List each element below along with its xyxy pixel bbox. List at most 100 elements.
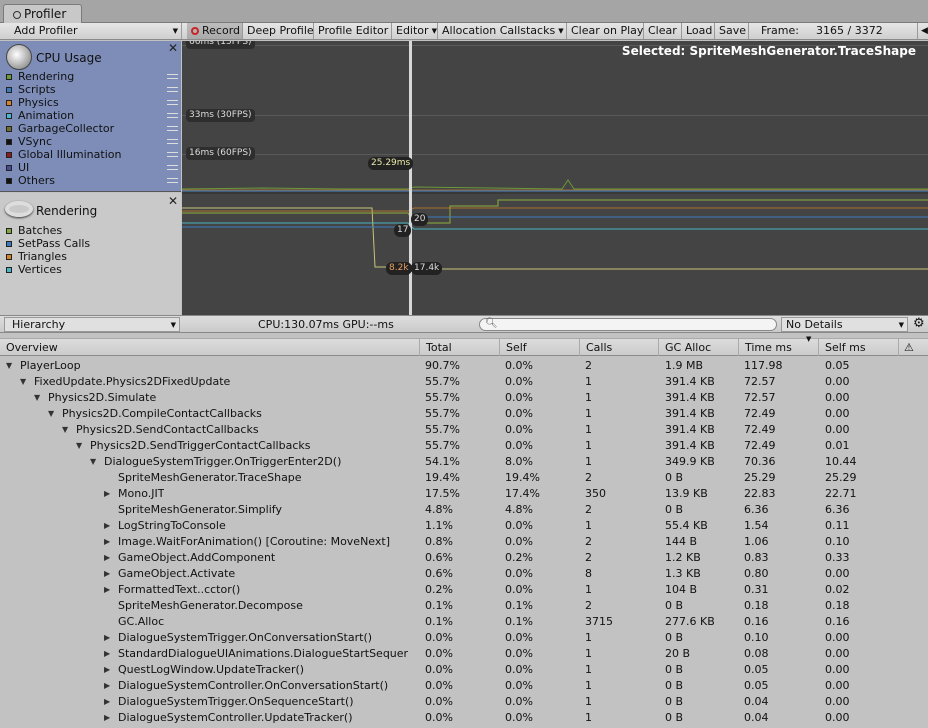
cpu-legend-item[interactable]: GarbageCollector xyxy=(6,122,114,135)
save-button[interactable]: Save xyxy=(715,23,749,39)
row-gc: 349.9 KB xyxy=(665,455,715,468)
table-row[interactable]: ▶ FormattedText..cctor() 0.2% 0.0% 1 104 B 0.3… xyxy=(0,582,928,598)
close-icon[interactable]: ✕ xyxy=(168,41,178,55)
table-row[interactable]: ▶ DialogueSystemController.UpdateTracker(… xyxy=(0,710,928,726)
cpu-usage-module[interactable]: CPU Usage ✕ Rendering Scripts Physics Anima… xyxy=(0,41,181,192)
expanded-arrow-icon[interactable]: ▼ xyxy=(6,358,12,374)
table-row[interactable]: ▶ Image.WaitForAnimation() [Coroutine: Mo… xyxy=(0,534,928,550)
table-row[interactable]: ▼ Physics2D.SendContactCallbacks 55.7% 0.0%… xyxy=(0,422,928,438)
drag-handle-icon[interactable] xyxy=(167,100,178,105)
collapsed-arrow-icon[interactable]: ▶ xyxy=(104,582,110,598)
search-input[interactable]: 🔍︎ xyxy=(479,318,777,331)
row-self: 17.4% xyxy=(505,487,540,500)
drag-handle-icon[interactable] xyxy=(167,113,178,118)
close-icon[interactable]: ✕ xyxy=(168,194,178,208)
collapsed-arrow-icon[interactable]: ▶ xyxy=(104,566,110,582)
prev-frame-button[interactable]: ◀ xyxy=(917,23,928,39)
expanded-arrow-icon[interactable]: ▼ xyxy=(48,406,54,422)
profiler-chart[interactable]: 66ms (15FPS) 33ms (30FPS) 16ms (60FPS) S… xyxy=(182,41,928,315)
expanded-arrow-icon[interactable]: ▼ xyxy=(76,438,82,454)
row-gc: 391.4 KB xyxy=(665,375,715,388)
drag-handle-icon[interactable] xyxy=(167,178,178,183)
profile-editor-button[interactable]: Profile Editor xyxy=(314,23,392,39)
clear-button[interactable]: Clear xyxy=(644,23,682,39)
collapsed-arrow-icon[interactable]: ▶ xyxy=(104,662,110,678)
table-row[interactable]: ▶ Mono.JIT 17.5% 17.4% 350 13.9 KB 22.83 22.71 xyxy=(0,486,928,502)
drag-handle-icon[interactable] xyxy=(167,139,178,144)
column-self-ms[interactable]: Self ms xyxy=(818,339,898,356)
table-row[interactable]: ▶ StandardDialogueUIAnimations.DialogueSt… xyxy=(0,646,928,662)
clear-on-play-button[interactable]: Clear on Play xyxy=(567,23,644,39)
drag-handle-icon[interactable] xyxy=(167,87,178,92)
tab-profiler[interactable]: Profiler xyxy=(3,4,82,23)
row-calls: 2 xyxy=(585,535,592,548)
cpu-legend-item[interactable]: Others xyxy=(6,174,55,187)
table-row[interactable]: ▶ GameObject.Activate 0.6% 0.0% 8 1.3 KB 0.80 0… xyxy=(0,566,928,582)
column-warnings[interactable]: ⚠ xyxy=(898,339,928,356)
cpu-legend-item[interactable]: Scripts xyxy=(6,83,56,96)
cpu-legend-item[interactable]: VSync xyxy=(6,135,52,148)
color-swatch xyxy=(6,87,12,93)
editor-dropdown[interactable]: Editor ▼ xyxy=(392,23,438,39)
rendering-legend-item[interactable]: Triangles xyxy=(6,250,67,263)
column-calls[interactable]: Calls xyxy=(579,339,658,356)
table-row[interactable]: ▶ QuestLogWindow.UpdateTracker() 0.0% 0.0% 1… xyxy=(0,662,928,678)
collapsed-arrow-icon[interactable]: ▶ xyxy=(104,678,110,694)
cpu-legend-item[interactable]: Global Illumination xyxy=(6,148,121,161)
color-swatch xyxy=(6,228,12,234)
deep-profile-button[interactable]: Deep Profile xyxy=(243,23,314,39)
collapsed-arrow-icon[interactable]: ▶ xyxy=(104,646,110,662)
table-row[interactable]: SpriteMeshGenerator.Simplify 4.8% 4.8% 2 0 B… xyxy=(0,502,928,518)
table-row[interactable]: ▼ Physics2D.CompileContactCallbacks 55.7% 0… xyxy=(0,406,928,422)
view-type-dropdown[interactable]: Hierarchy ▼ xyxy=(4,317,180,332)
add-profiler-dropdown[interactable]: Add Profiler ▼ xyxy=(0,23,182,39)
table-row[interactable]: ▼ PlayerLoop 90.7% 0.0% 2 1.9 MB 117.98 0.05 xyxy=(0,358,928,374)
table-row[interactable]: SpriteMeshGenerator.TraceShape 19.4% 19.4%… xyxy=(0,470,928,486)
gear-icon[interactable]: ⚙ xyxy=(913,316,925,332)
cpu-legend-item[interactable]: Animation xyxy=(6,109,74,122)
table-row[interactable]: ▼ Physics2D.Simulate 55.7% 0.0% 1 391.4 KB 72.… xyxy=(0,390,928,406)
drag-handle-icon[interactable] xyxy=(167,152,178,157)
rendering-module[interactable]: Rendering ✕ Batches SetPass Calls Triangle… xyxy=(0,193,181,315)
rendering-legend-item[interactable]: Vertices xyxy=(6,263,62,276)
details-dropdown[interactable]: No Details ▼ xyxy=(781,317,908,332)
cpu-legend-item[interactable]: Rendering xyxy=(6,70,74,83)
drag-handle-icon[interactable] xyxy=(167,126,178,131)
collapsed-arrow-icon[interactable]: ▶ xyxy=(104,710,110,726)
record-button[interactable]: Record xyxy=(187,23,243,39)
drag-handle-icon[interactable] xyxy=(167,165,178,170)
expanded-arrow-icon[interactable]: ▼ xyxy=(20,374,26,390)
cpu-legend-item[interactable]: UI xyxy=(6,161,29,174)
expanded-arrow-icon[interactable]: ▼ xyxy=(34,390,40,406)
load-button[interactable]: Load xyxy=(682,23,715,39)
allocation-callstacks-dropdown[interactable]: Allocation Callstacks ▼ xyxy=(438,23,567,39)
column-total[interactable]: Total xyxy=(419,339,499,356)
column-gc-alloc[interactable]: GC Alloc xyxy=(658,339,738,356)
collapsed-arrow-icon[interactable]: ▶ xyxy=(104,534,110,550)
drag-handle-icon[interactable] xyxy=(167,74,178,79)
column-self[interactable]: Self xyxy=(499,339,579,356)
table-row[interactable]: ▶ DialogueSystemController.OnConversation… xyxy=(0,678,928,694)
collapsed-arrow-icon[interactable]: ▶ xyxy=(104,630,110,646)
table-row[interactable]: ▼ FixedUpdate.Physics2DFixedUpdate 55.7% 0.… xyxy=(0,374,928,390)
row-total: 90.7% xyxy=(425,359,460,372)
table-row[interactable]: ▶ DialogueSystemTrigger.OnSequenceStart()… xyxy=(0,694,928,710)
table-row[interactable]: GC.Alloc 0.1% 0.1% 3715 277.6 KB 0.16 0.16 xyxy=(0,614,928,630)
expanded-arrow-icon[interactable]: ▼ xyxy=(62,422,68,438)
collapsed-arrow-icon[interactable]: ▶ xyxy=(104,550,110,566)
table-row[interactable]: ▼ DialogueSystemTrigger.OnTriggerEnter2D(… xyxy=(0,454,928,470)
row-gc: 104 B xyxy=(665,583,698,596)
table-row[interactable]: SpriteMeshGenerator.Decompose 0.1% 0.1% 2 0 … xyxy=(0,598,928,614)
table-row[interactable]: ▶ DialogueSystemTrigger.OnConversationSta… xyxy=(0,630,928,646)
rendering-legend-item[interactable]: SetPass Calls xyxy=(6,237,90,250)
cpu-legend-item[interactable]: Physics xyxy=(6,96,59,109)
collapsed-arrow-icon[interactable]: ▶ xyxy=(104,694,110,710)
column-overview[interactable]: Overview xyxy=(0,339,419,356)
expanded-arrow-icon[interactable]: ▼ xyxy=(90,454,96,470)
collapsed-arrow-icon[interactable]: ▶ xyxy=(104,518,110,534)
table-row[interactable]: ▶ LogStringToConsole 1.1% 0.0% 1 55.4 KB 1.54 0… xyxy=(0,518,928,534)
table-row[interactable]: ▶ GameObject.AddComponent 0.6% 0.2% 2 1.2 KB 0… xyxy=(0,550,928,566)
collapsed-arrow-icon[interactable]: ▶ xyxy=(104,486,110,502)
table-row[interactable]: ▼ Physics2D.SendTriggerContactCallbacks 55… xyxy=(0,438,928,454)
rendering-legend-item[interactable]: Batches xyxy=(6,224,62,237)
